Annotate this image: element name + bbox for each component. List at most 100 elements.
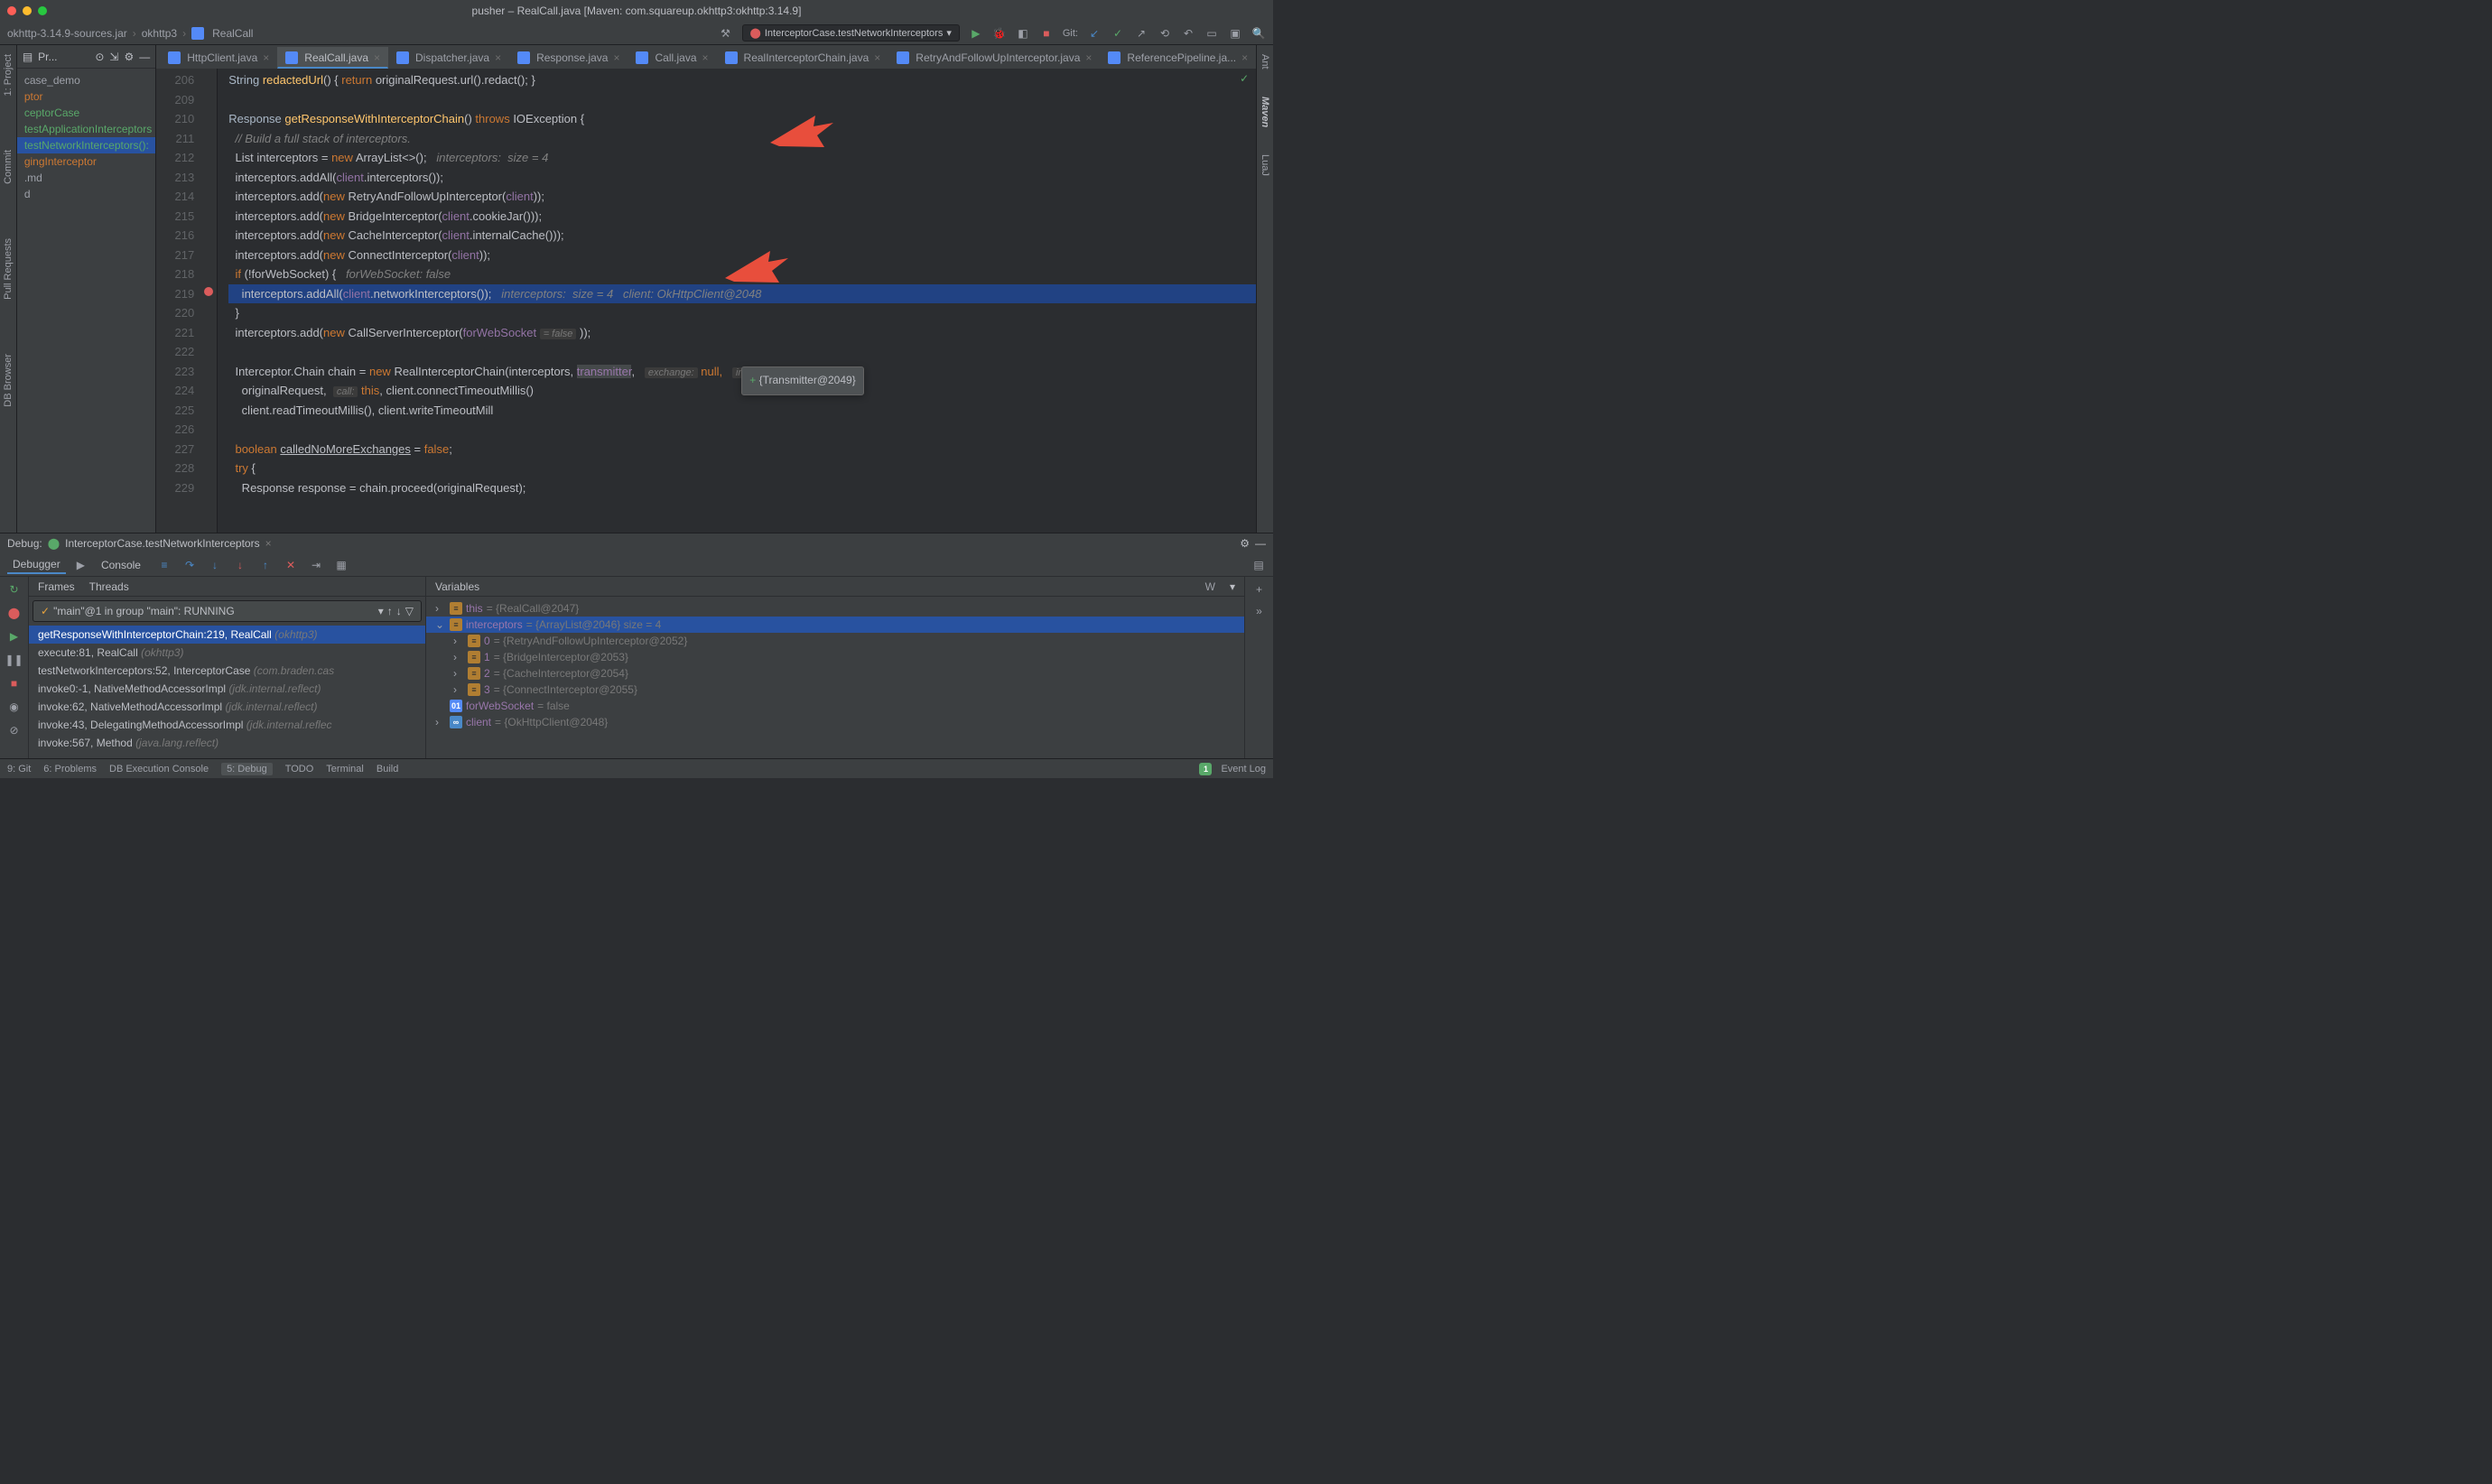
tool-window-tab[interactable]: Pull Requests	[3, 238, 14, 300]
git-update-icon[interactable]: ↙	[1087, 26, 1102, 41]
close-tab-icon[interactable]: ×	[495, 51, 501, 64]
tree-item[interactable]: testNetworkInterceptors():	[17, 137, 155, 153]
step-out-icon[interactable]: ↑	[258, 558, 273, 572]
stack-frame[interactable]: testNetworkInterceptors:52, InterceptorC…	[29, 662, 425, 680]
status-tool-button[interactable]: 6: Problems	[43, 764, 97, 774]
editor-tab[interactable]: RealInterceptorChain.java×	[717, 47, 889, 69]
run-button[interactable]: ▶	[969, 26, 983, 41]
editor-tab[interactable]: RealCall.java×	[277, 47, 388, 69]
resume-icon[interactable]: ▶	[7, 629, 22, 644]
variable-row[interactable]: ›≡ this = {RealCall@2047}	[426, 600, 1244, 617]
tool-window-tab[interactable]: DB Browser	[3, 354, 14, 407]
expand-icon[interactable]: ›	[453, 651, 464, 663]
tool-window-tab[interactable]: Commit	[3, 150, 14, 184]
tree-item[interactable]: ceptorCase	[17, 105, 155, 121]
status-tool-button[interactable]: TODO	[285, 764, 314, 774]
stop-icon[interactable]: ■	[7, 676, 22, 691]
ide-more-icon[interactable]: ▣	[1228, 26, 1242, 41]
step-into-icon[interactable]: ↓	[208, 558, 222, 572]
close-tab-icon[interactable]: ×	[1085, 51, 1092, 64]
evaluate-icon[interactable]: ▦	[334, 558, 349, 572]
git-commit-icon[interactable]: ✓	[1111, 26, 1125, 41]
build-icon[interactable]: ⚒	[719, 26, 733, 41]
stack-frame[interactable]: invoke:43, DelegatingMethodAccessorImpl …	[29, 716, 425, 734]
expand-icon[interactable]: ›	[435, 716, 446, 728]
variable-row[interactable]: ›∞ client = {OkHttpClient@2048}	[426, 714, 1244, 730]
event-count-badge[interactable]: 1	[1199, 763, 1212, 775]
maximize-window-icon[interactable]	[38, 6, 47, 15]
editor-tab[interactable]: Response.java×	[509, 47, 628, 69]
gutter-marks[interactable]	[201, 69, 218, 533]
close-window-icon[interactable]	[7, 6, 16, 15]
close-tab-icon[interactable]: ×	[613, 51, 619, 64]
close-tab-icon[interactable]: ×	[1241, 51, 1248, 64]
stack-frame[interactable]: invoke:62, NativeMethodAccessorImpl (jdk…	[29, 698, 425, 716]
coverage-button[interactable]: ◧	[1016, 26, 1030, 41]
chevron-down-icon[interactable]: ▾	[1230, 580, 1235, 593]
stack-frame[interactable]: execute:81, RealCall (okhttp3)	[29, 644, 425, 662]
breadcrumb[interactable]: okhttp3	[142, 27, 177, 40]
event-log-button[interactable]: Event Log	[1221, 763, 1266, 775]
status-tool-button[interactable]: 9: Git	[7, 764, 31, 774]
pause-icon[interactable]: ❚❚	[7, 653, 22, 667]
editor-tab[interactable]: HttpClient.java×	[160, 47, 277, 69]
run-to-cursor-icon[interactable]: ⇥	[309, 558, 323, 572]
variable-row[interactable]: ›≡ 3 = {ConnectInterceptor@2055}	[426, 682, 1244, 698]
tool-window-tab[interactable]: Maven	[1260, 97, 1270, 127]
close-tab-icon[interactable]: ×	[374, 51, 380, 64]
close-tab-icon[interactable]: ×	[874, 51, 880, 64]
ide-settings-icon[interactable]: ▭	[1204, 26, 1219, 41]
tool-window-tab[interactable]: 1: Project	[3, 54, 14, 96]
tree-item[interactable]: case_demo	[17, 72, 155, 88]
expand-icon[interactable]: ›	[453, 683, 464, 696]
line-number-gutter[interactable]: 2062092102112122132142152162172182192202…	[156, 69, 201, 533]
status-tool-button[interactable]: DB Execution Console	[109, 764, 209, 774]
editor-tab[interactable]: Dispatcher.java×	[388, 47, 509, 69]
stack-frame[interactable]: invoke:567, Method (java.lang.reflect)	[29, 734, 425, 752]
stack-frame[interactable]: invoke0:-1, NativeMethodAccessorImpl (jd…	[29, 680, 425, 698]
status-tool-button[interactable]: Build	[377, 764, 398, 774]
project-header-label[interactable]: Pr...	[38, 51, 57, 63]
close-tab-icon[interactable]: ×	[702, 51, 709, 64]
expand-icon[interactable]: ⌄	[435, 618, 446, 631]
debug-button[interactable]: 🐞	[992, 26, 1007, 41]
variable-row[interactable]: 01 forWebSocket = false	[426, 698, 1244, 714]
drop-frame-icon[interactable]: ✕	[284, 558, 298, 572]
next-frame-icon[interactable]: ↓	[396, 605, 402, 617]
rerun-icon[interactable]: ↻	[7, 582, 22, 597]
tree-item[interactable]: .md	[17, 170, 155, 186]
thread-select[interactable]: ✓ "main"@1 in group "main": RUNNING ▾ ↑ …	[33, 600, 422, 622]
status-tool-button[interactable]: Terminal	[326, 764, 364, 774]
prev-frame-icon[interactable]: ↑	[387, 605, 393, 617]
window-controls[interactable]	[7, 6, 47, 15]
filter-icon[interactable]: ▽	[405, 605, 414, 617]
inspection-ok-icon[interactable]: ✓	[1240, 72, 1249, 85]
tree-item[interactable]: ptor	[17, 88, 155, 105]
tool-window-tab[interactable]: LuaJ	[1260, 154, 1270, 176]
mute-bp-icon[interactable]: ⊘	[7, 723, 22, 737]
debug-session-label[interactable]: InterceptorCase.testNetworkInterceptors	[65, 537, 259, 550]
stop-button[interactable]: ■	[1039, 26, 1054, 41]
force-step-into-icon[interactable]: ↓	[233, 558, 247, 572]
git-push-icon[interactable]: ↗	[1134, 26, 1148, 41]
tool-window-tab[interactable]: Ant	[1260, 54, 1270, 70]
step-over-icon[interactable]: ↷	[182, 558, 197, 572]
hide-icon[interactable]: —	[1255, 537, 1266, 550]
git-rollback-icon[interactable]: ↶	[1181, 26, 1195, 41]
breakpoints-icon[interactable]: ◉	[7, 700, 22, 714]
close-tab-icon[interactable]: ×	[263, 51, 269, 64]
add-watch-icon[interactable]: +	[1252, 582, 1267, 597]
editor-tab[interactable]: ReferencePipeline.ja...×	[1100, 47, 1256, 69]
expand-icon[interactable]: ›	[453, 635, 464, 647]
variable-row[interactable]: ›≡ 2 = {CacheInterceptor@2054}	[426, 665, 1244, 682]
tree-item[interactable]: gingInterceptor	[17, 153, 155, 170]
hide-icon[interactable]: —	[139, 51, 150, 63]
breadcrumb[interactable]: RealCall	[212, 27, 253, 40]
variable-row[interactable]: ⌄≡ interceptors = {ArrayList@2046} size …	[426, 617, 1244, 633]
more-icon[interactable]: »	[1252, 604, 1267, 618]
debugger-tab[interactable]: Debugger	[7, 556, 66, 574]
run-configuration-select[interactable]: ⬤ InterceptorCase.testNetworkInterceptor…	[742, 24, 960, 42]
frames-tab[interactable]: Frames	[38, 580, 75, 593]
step-return-icon[interactable]: ≡	[157, 558, 172, 572]
editor-tab[interactable]: RetryAndFollowUpInterceptor.java×	[888, 47, 1100, 69]
